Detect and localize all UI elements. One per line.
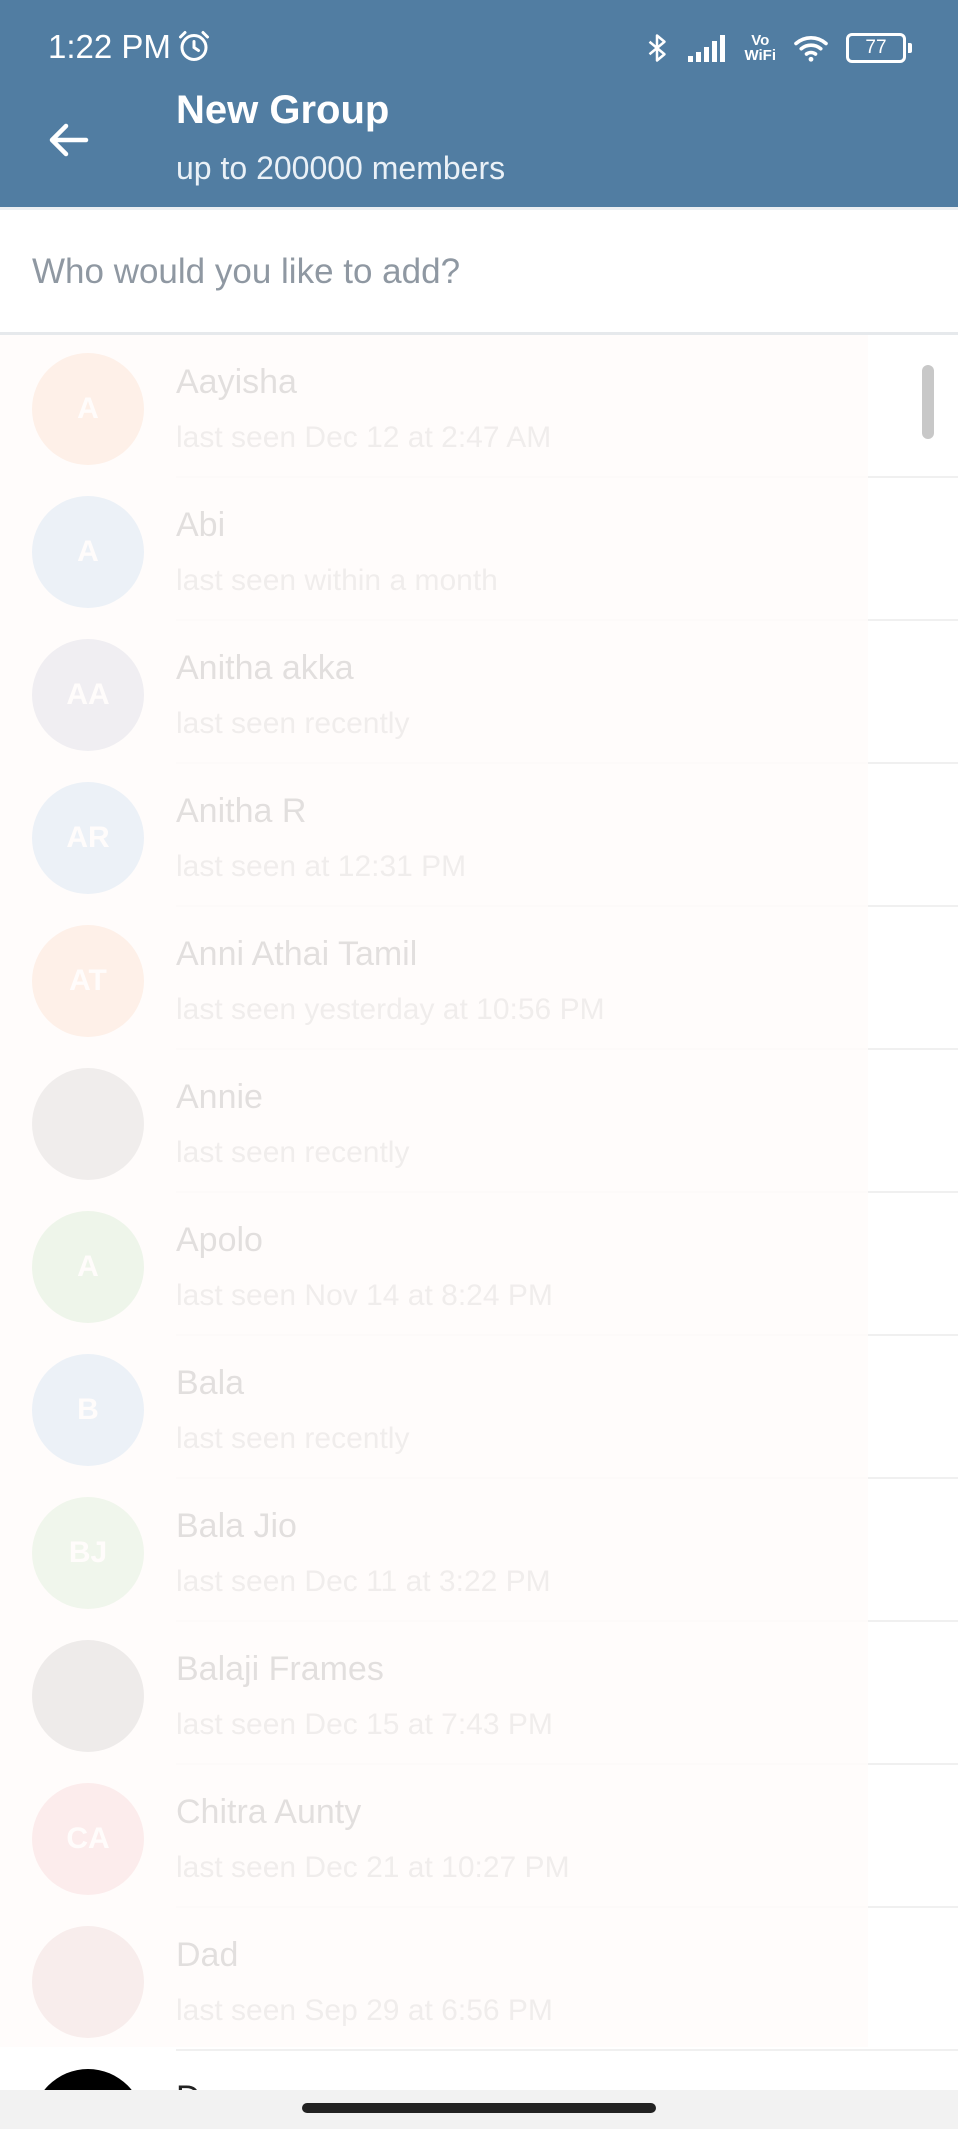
contact-list[interactable]: A Aayisha last seen Dec 12 at 2:47 AM A Abi l… xyxy=(0,335,958,2090)
status-icons: Vo WiFi 77 xyxy=(642,28,912,68)
vowifi-bottom-text: WiFi xyxy=(744,47,776,64)
avatar: B xyxy=(32,1354,144,1466)
battery-icon: 77 xyxy=(846,33,912,63)
contact-last-seen: last seen recently xyxy=(176,1422,410,1455)
bluetooth-icon xyxy=(649,34,667,62)
home-indicator[interactable] xyxy=(302,2103,656,2113)
contact-name: Balaji Frames xyxy=(176,1650,384,1688)
avatar: A xyxy=(32,496,144,608)
avatar xyxy=(32,1640,144,1752)
contact-row[interactable]: A Aayisha last seen Dec 12 at 2:47 AM xyxy=(0,335,958,478)
contact-last-seen: last seen recently xyxy=(176,707,410,740)
contact-name: Bala Jio xyxy=(176,1507,297,1545)
scrollbar[interactable] xyxy=(922,365,934,439)
contact-name: Anitha R xyxy=(176,792,307,830)
avatar: AA xyxy=(32,639,144,751)
vowifi-top-text: Vo xyxy=(751,32,770,49)
contact-last-seen: last seen Dec 21 at 10:27 PM xyxy=(176,1851,570,1884)
contact-row[interactable]: Annie last seen recently xyxy=(0,1050,958,1193)
contact-row[interactable]: AA Anitha akka last seen recently xyxy=(0,621,958,764)
alarm-icon xyxy=(179,31,209,61)
contact-last-seen: last seen within a month xyxy=(176,564,498,597)
contact-name: Dad xyxy=(176,1936,239,1974)
contact-name: Aayisha xyxy=(176,363,297,401)
contact-name: Abi xyxy=(176,506,226,544)
contact-name: Apolo xyxy=(176,1221,263,1259)
contact-last-seen: last seen Dec 11 at 3:22 PM xyxy=(176,1565,551,1598)
contact-row[interactable]: D xyxy=(0,2051,958,2090)
contact-row[interactable]: AR Anitha R last seen at 12:31 PM xyxy=(0,764,958,907)
contact-last-seen: last seen Dec 12 at 2:47 AM xyxy=(176,421,552,454)
avatar: AR xyxy=(32,782,144,894)
navigation-bar xyxy=(0,2090,958,2129)
contact-name: Anitha akka xyxy=(176,649,354,687)
contact-last-seen: last seen recently xyxy=(176,1136,410,1169)
avatar: CA xyxy=(32,1783,144,1895)
status-time: 1:22 PM xyxy=(48,28,171,65)
contact-name: Anni Athai Tamil xyxy=(176,935,418,973)
contact-last-seen: last seen Dec 15 at 7:43 PM xyxy=(176,1708,553,1741)
contact-row[interactable]: A Apolo last seen Nov 14 at 8:24 PM xyxy=(0,1193,958,1336)
signal-icon xyxy=(688,35,726,62)
search-area xyxy=(0,207,958,335)
contact-row[interactable]: BJ Bala Jio last seen Dec 11 at 3:22 PM xyxy=(0,1479,958,1622)
arrow-back-icon[interactable] xyxy=(36,108,100,172)
contact-last-seen: last seen Sep 29 at 6:56 PM xyxy=(176,1994,553,2027)
search-input[interactable] xyxy=(30,240,894,304)
page-subtitle: up to 200000 members xyxy=(176,150,506,186)
contact-last-seen: last seen Nov 14 at 8:24 PM xyxy=(176,1279,553,1312)
avatar: A xyxy=(32,353,144,465)
page-title: New Group xyxy=(176,88,390,132)
contact-row[interactable]: Balaji Frames last seen Dec 15 at 7:43 PM xyxy=(0,1622,958,1765)
contact-row[interactable]: Dad last seen Sep 29 at 6:56 PM xyxy=(0,1908,958,2051)
wifi-icon xyxy=(794,36,828,62)
avatar: A xyxy=(32,1211,144,1323)
avatar xyxy=(32,1068,144,1180)
contact-last-seen: last seen at 12:31 PM xyxy=(176,850,467,883)
contact-row[interactable]: AT Anni Athai Tamil last seen yesterday at… xyxy=(0,907,958,1050)
contact-name: Annie xyxy=(176,1078,263,1116)
avatar: BJ xyxy=(32,1497,144,1609)
app-header: 1:22 PM Vo WiFi 77 New Group up to 20000… xyxy=(0,0,958,207)
vowifi-indicator: Vo WiFi xyxy=(744,33,776,63)
contact-row[interactable]: B Bala last seen recently xyxy=(0,1336,958,1479)
avatar xyxy=(32,2069,144,2090)
contact-last-seen: last seen yesterday at 10:56 PM xyxy=(176,993,605,1026)
avatar: AT xyxy=(32,925,144,1037)
contact-name: Bala xyxy=(176,1364,245,1402)
contact-row[interactable]: A Abi last seen within a month xyxy=(0,478,958,621)
contact-name: Chitra Aunty xyxy=(176,1793,362,1831)
contact-row[interactable]: CA Chitra Aunty last seen Dec 21 at 10:27 … xyxy=(0,1765,958,1908)
contact-name: D xyxy=(176,2079,201,2090)
avatar xyxy=(32,1926,144,2038)
